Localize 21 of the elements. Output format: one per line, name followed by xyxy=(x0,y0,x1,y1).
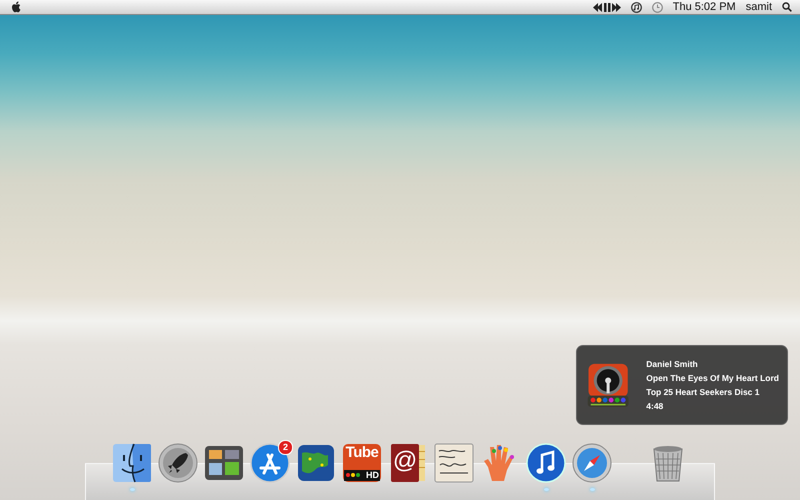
window-tiles-icon[interactable] xyxy=(204,443,244,483)
compass-icon[interactable] xyxy=(572,443,612,483)
video-hd-icon[interactable]: Tube HD xyxy=(342,443,382,483)
clock-icon[interactable] xyxy=(652,2,663,12)
song-duration: 4:48 xyxy=(646,401,664,411)
song-title: Open The Eyes Of My Heart Lord xyxy=(646,373,779,383)
globe-cube-icon[interactable] xyxy=(296,443,336,483)
finder-face-icon[interactable] xyxy=(112,443,152,483)
clock-text[interactable]: Thu 5:02 PM xyxy=(672,1,736,13)
notification-count-badge: 2 xyxy=(278,440,293,455)
music-note-icon[interactable] xyxy=(526,443,566,483)
music-note-circle-icon[interactable] xyxy=(630,2,642,12)
apple-logo-icon[interactable] xyxy=(11,1,22,13)
album-name: Top 25 Heart Seekers Disc 1 xyxy=(646,387,761,397)
artist-name: Daniel Smith xyxy=(646,359,699,369)
user-name[interactable]: samit xyxy=(746,1,772,13)
signed-document-icon[interactable] xyxy=(434,443,474,483)
app-store-icon[interactable]: 2 xyxy=(250,443,290,483)
search-icon[interactable] xyxy=(782,2,792,12)
rocket-icon[interactable] xyxy=(158,443,198,483)
media-controls-icon[interactable] xyxy=(592,2,621,12)
